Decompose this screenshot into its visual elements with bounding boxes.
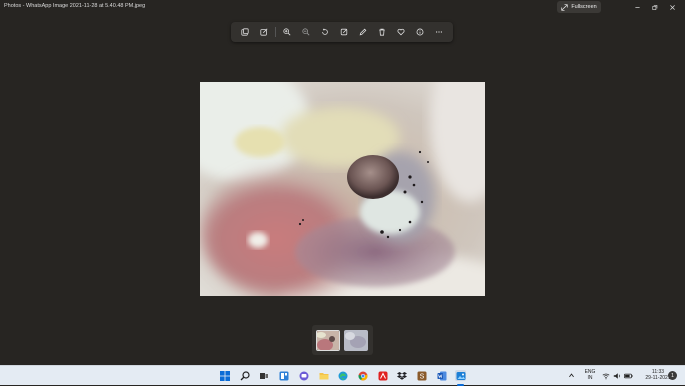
filmstrip-thumbnail[interactable] (344, 330, 368, 351)
svg-text:S: S (419, 373, 424, 380)
word-icon (437, 371, 446, 380)
save-copy-button[interactable] (235, 22, 254, 42)
task-view-button[interactable] (258, 370, 269, 381)
window-title: Photos - WhatsApp Image 2021-11-28 at 5.… (4, 3, 146, 9)
fullscreen-label: Fullscreen (571, 4, 597, 10)
toolbar-divider (275, 27, 276, 37)
draw-icon (360, 28, 367, 36)
image-toolbar (231, 22, 453, 42)
favorite-button[interactable] (392, 22, 411, 42)
file-explorer-button[interactable] (318, 370, 329, 381)
word-button[interactable] (436, 370, 447, 381)
show-hidden-icons-button[interactable] (567, 370, 575, 381)
info-button[interactable] (411, 22, 430, 42)
file-explorer-icon (319, 372, 328, 379)
dropbox-icon (396, 371, 407, 380)
edge-button[interactable] (337, 370, 348, 381)
language-indicator[interactable]: ENG IN (581, 369, 599, 381)
taskbar: S ENG IN 11:33 29-11-2021 1 (0, 365, 685, 386)
filmstrip (312, 325, 373, 355)
delete-button[interactable] (373, 22, 392, 42)
photos-button[interactable] (455, 370, 466, 381)
wifi-icon (602, 373, 609, 379)
dropbox-button[interactable] (396, 370, 407, 381)
draw-button[interactable] (354, 22, 373, 42)
acrobat-button[interactable] (377, 370, 388, 381)
fullscreen-button[interactable]: Fullscreen (557, 1, 601, 13)
app-s-button[interactable]: S (416, 370, 427, 381)
acrobat-icon (378, 371, 387, 380)
zoom-in-icon (283, 28, 291, 36)
info-icon (417, 28, 424, 36)
notification-badge[interactable]: 1 (668, 371, 677, 380)
edit-icon (259, 28, 267, 36)
favorite-icon (397, 28, 405, 36)
language-bottom: IN (587, 375, 593, 381)
thumbnail-image (344, 330, 368, 351)
volume-icon (613, 372, 620, 379)
rotate-button[interactable] (316, 22, 335, 42)
chrome-icon (357, 371, 367, 380)
filmstrip-thumbnail-selected[interactable] (316, 330, 340, 351)
delete-icon (379, 28, 386, 36)
battery-icon (623, 373, 633, 378)
main-photo[interactable] (200, 82, 485, 296)
save-copy-icon (240, 28, 249, 36)
rotate-icon (322, 28, 329, 35)
search-icon (240, 370, 250, 380)
chevron-up-icon (568, 373, 574, 378)
wifi-button[interactable] (601, 370, 610, 381)
chat-button[interactable] (298, 370, 309, 381)
search-button[interactable] (239, 370, 250, 381)
chat-icon (299, 371, 308, 380)
zoom-out-button[interactable] (297, 22, 316, 42)
zoom-in-button[interactable] (278, 22, 297, 42)
volume-button[interactable] (612, 370, 621, 381)
notification-count: 1 (671, 372, 674, 379)
fullscreen-icon (561, 3, 568, 11)
crop-button[interactable] (335, 22, 354, 42)
start-icon (219, 370, 230, 381)
crop-icon (341, 28, 348, 36)
maximize-icon (651, 4, 657, 10)
more-options-button[interactable] (430, 22, 449, 42)
zoom-out-icon (302, 28, 310, 36)
widgets-button[interactable] (278, 370, 289, 381)
close-button[interactable] (661, 0, 683, 14)
photos-icon (456, 371, 465, 380)
task-view-icon (259, 372, 268, 379)
chrome-button[interactable] (357, 370, 368, 381)
thumbnail-image (317, 331, 339, 350)
close-icon (669, 4, 675, 10)
app-s-icon: S (417, 371, 426, 380)
battery-button[interactable] (623, 370, 633, 381)
more-icon (436, 31, 443, 33)
widgets-icon (279, 371, 288, 380)
edge-icon (338, 371, 347, 380)
edit-button[interactable] (254, 22, 273, 42)
ear-canal-image (200, 82, 485, 296)
title-bar: Photos - WhatsApp Image 2021-11-28 at 5.… (0, 0, 685, 14)
start-button[interactable] (219, 370, 230, 381)
minimize-icon (634, 6, 640, 8)
